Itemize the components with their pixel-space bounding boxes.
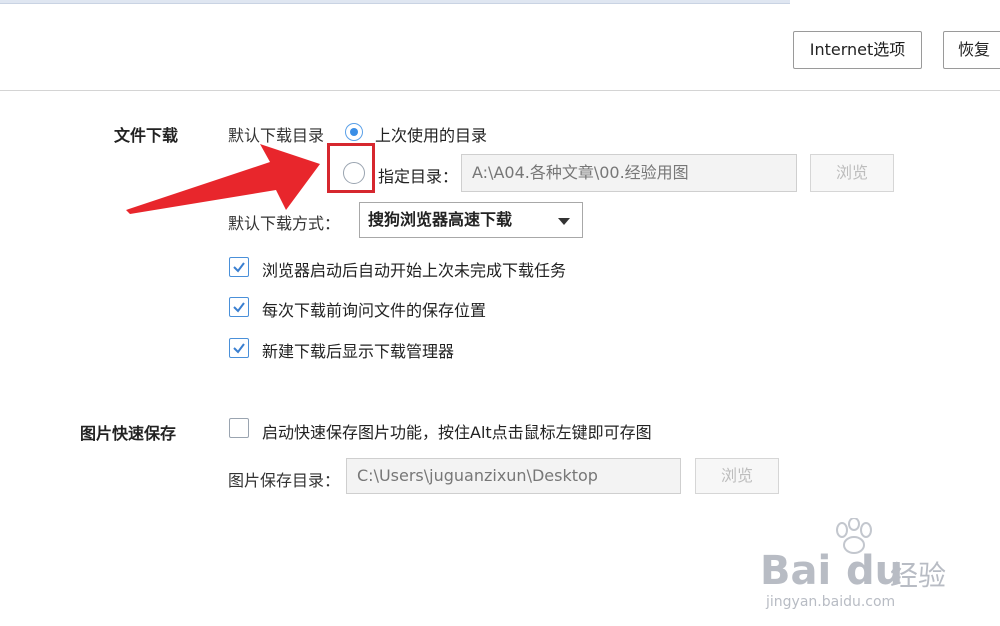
chevron-down-icon: [558, 218, 570, 225]
checkbox-quick-save[interactable]: [229, 418, 249, 438]
image-save-section-title: 图片快速保存: [80, 424, 177, 443]
radio-last-used-label[interactable]: 上次使用的目录: [375, 122, 487, 146]
checkbox-ask-location-label[interactable]: 每次下载前询问文件的保存位置: [262, 297, 486, 321]
annotation-highlight-box: [327, 143, 375, 193]
watermark-url: jingyan.baidu.com: [766, 594, 896, 610]
baidu-jingyan-watermark: Bai du 经验 jingyan.baidu.com: [760, 518, 950, 610]
browse-download-dir-button[interactable]: 浏览: [810, 154, 894, 192]
radio-specified-label[interactable]: 指定目录：: [378, 163, 458, 187]
image-dir-field[interactable]: C:\Users\juguanzixun\Desktop: [346, 458, 681, 494]
checkbox-quick-save-label[interactable]: 启动快速保存图片功能，按住Alt点击鼠标左键即可存图: [262, 419, 652, 443]
download-method-value: 搜狗浏览器高速下载: [368, 210, 513, 229]
checkmark-icon: [233, 343, 245, 354]
watermark-brand: Bai: [760, 548, 832, 594]
internet-options-button[interactable]: Internet选项: [793, 31, 922, 69]
radio-last-used[interactable]: [345, 123, 363, 141]
checkbox-ask-location[interactable]: [229, 297, 249, 317]
checkmark-icon: [233, 302, 245, 313]
checkbox-show-manager-label[interactable]: 新建下载后显示下载管理器: [262, 338, 454, 362]
restore-defaults-button[interactable]: 恢复: [943, 31, 1000, 69]
checkbox-show-manager[interactable]: [229, 338, 249, 358]
header-divider: [0, 90, 1000, 91]
download-method-select[interactable]: 搜狗浏览器高速下载: [359, 202, 583, 238]
checkbox-resume-label[interactable]: 浏览器启动后自动开始上次未完成下载任务: [262, 257, 566, 281]
download-method-label: 默认下载方式：: [228, 214, 341, 233]
annotation-arrow-icon: [126, 144, 320, 214]
watermark-brand-cn: 经验: [890, 559, 947, 592]
checkbox-resume[interactable]: [229, 257, 249, 277]
browse-image-dir-button[interactable]: 浏览: [695, 458, 779, 494]
specified-dir-field[interactable]: A:\A04.各种文章\00.经验用图: [461, 154, 797, 192]
image-dir-label: 图片保存目录：: [228, 471, 341, 490]
checkmark-icon: [233, 262, 245, 273]
top-border-strip: [0, 0, 790, 4]
